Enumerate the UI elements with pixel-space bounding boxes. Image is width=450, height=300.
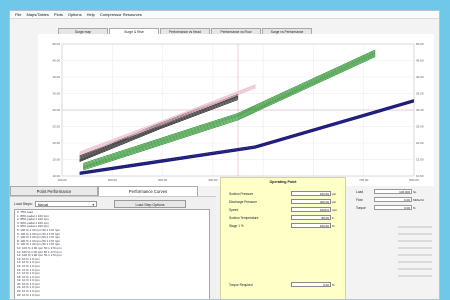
result-placeholder: [398, 226, 432, 228]
y-right-tick-label: 15.00: [416, 158, 424, 162]
operating-field-input[interactable]: 400.00: [291, 199, 331, 204]
result-value: 100.000: [374, 189, 412, 194]
menu-file[interactable]: File: [15, 12, 21, 17]
operating-field-input[interactable]: 100.00: [291, 223, 331, 228]
operating-field-input[interactable]: 100.00: [291, 191, 331, 196]
menu-bar: File Maps/Tables Plots Options Help Comp…: [10, 11, 439, 19]
operating-field-unit: rpm: [332, 207, 338, 212]
result-row: Torque 0.00%: [356, 205, 416, 210]
menu-maps-tables[interactable]: Maps/Tables: [26, 12, 48, 17]
result-unit: MMscfd: [413, 197, 424, 202]
operating-field-input[interactable]: 80.00: [291, 215, 331, 220]
tab-performance-curves[interactable]: Performance Curves: [98, 186, 198, 196]
y-tick-label: 20.00: [52, 141, 60, 145]
load-steps-label: Load Steps:: [14, 202, 33, 206]
x-tick-label: 700.00: [359, 178, 369, 182]
result-placeholder: [398, 254, 432, 256]
y-right-tick-label: 40.00: [416, 75, 424, 79]
load-steps-value: Manual: [37, 203, 49, 207]
operating-field-unit: F: [332, 215, 334, 220]
result-placeholder: [398, 268, 432, 270]
operating-field-label: Speed: [229, 207, 239, 212]
result-label: Flow: [356, 197, 363, 202]
operating-field-label: Discharge Pressure: [229, 199, 257, 204]
operating-point-panel: Operating Point Suction Pressure 100.00 ps…: [220, 177, 346, 299]
y-right-tick-label: 45.00: [416, 59, 424, 63]
operating-field-row: Discharge Pressure 400.00 psi: [229, 199, 336, 204]
menu-options[interactable]: Options: [68, 12, 82, 17]
operating-field-unit: psi: [332, 199, 336, 204]
load-steps-row: Load Steps: Manual ▼: [14, 201, 97, 207]
result-label: Torque: [356, 205, 366, 210]
menu-help[interactable]: Help: [87, 12, 95, 17]
operating-field-unit: %: [332, 223, 335, 228]
operating-field-label: Suction Pressure: [229, 191, 254, 196]
tab-point-performance[interactable]: Point Performance: [10, 186, 98, 196]
x-tick-label: 100.00: [57, 178, 67, 182]
y-tick-label: 30.00: [52, 108, 60, 112]
result-unit: %: [413, 205, 416, 210]
menu-plots[interactable]: Plots: [54, 12, 63, 17]
chevron-down-icon: ▼: [91, 203, 95, 207]
result-label: Load: [356, 189, 364, 194]
y-right-tick-label: 30.00: [416, 108, 424, 112]
menu-compressor-resources[interactable]: Compressor Resources: [100, 12, 142, 17]
y-tick-label: 40.00: [52, 75, 60, 79]
list-item[interactable]: 23: 10 % 1 0 rpm: [17, 293, 207, 298]
performance-curves-panel: Load Steps: Manual ▼ Load Step Options 0…: [10, 196, 216, 299]
y-tick-label: 50.00: [52, 42, 60, 46]
operating-field-label: Stage 1 %: [229, 223, 244, 228]
result-value: 0.00: [374, 205, 412, 210]
load-step-options-button[interactable]: Load Step Options: [114, 200, 186, 208]
torque-unit: %: [332, 282, 335, 287]
operating-field-unit: psi: [332, 191, 336, 196]
load-step-list[interactable]: 0: 75% load 1: 80% pedal 1 100 rpm 2: 85% …: [14, 209, 210, 299]
y-right-tick-label: 50.00: [416, 42, 424, 46]
operating-field-label: Suction Temperature: [229, 215, 259, 220]
x-tick-label: 200.00: [108, 178, 118, 182]
y-right-tick-label: 25.00: [416, 125, 424, 129]
operating-field-row: Speed 1000.0 rpm: [229, 207, 337, 212]
plot-svg: 50.00 50.00 45.00 45.00 40.00 40.00 35.00 35.00…: [52, 42, 424, 182]
result-unit: hp: [413, 189, 417, 194]
x-tick-label: 400.00: [208, 178, 218, 182]
result-placeholder: [398, 233, 432, 235]
torque-row: Torque Required 0.00 %: [229, 282, 335, 287]
y-tick-label: 45.00: [52, 59, 60, 63]
x-tick-label: 800.00: [409, 178, 419, 182]
y-right-tick-label: 20.00: [416, 141, 424, 145]
operating-field-input[interactable]: 1000.0: [291, 207, 331, 212]
torque-input[interactable]: 0.00: [291, 282, 331, 287]
result-placeholder: [398, 240, 432, 242]
torque-label: Torque Required: [229, 282, 253, 287]
y-tick-label: 35.00: [52, 92, 60, 96]
performance-plot: 50.00 50.00 45.00 45.00 40.00 40.00 35.00 35.00…: [38, 34, 434, 186]
result-placeholder: [398, 275, 432, 277]
results-panel: Load 100.000 hp Flow 0.00 MMscfd Torque 0.00%: [350, 186, 439, 299]
y-tick-label: 15.00: [52, 158, 60, 162]
result-placeholder: [398, 247, 432, 249]
result-value: 0.00: [374, 197, 412, 202]
application-window: File Maps/Tables Plots Options Help Comp…: [9, 10, 440, 300]
x-tick-label: 300.00: [158, 178, 168, 182]
result-row: Load 100.000 hp: [356, 189, 416, 194]
operating-field-row: Stage 1 % 100.00%: [229, 223, 335, 228]
y-right-tick-label: 35.00: [416, 92, 424, 96]
operating-point-title: Operating Point: [269, 180, 297, 184]
operating-field-row: Suction Temperature 80.00 F: [229, 215, 334, 220]
operating-field-row: Suction Pressure 100.00 psi: [229, 191, 336, 196]
result-row: Flow 0.00 MMscfd: [356, 197, 424, 202]
result-placeholder: [398, 261, 432, 263]
y-tick-label: 25.00: [52, 125, 60, 129]
load-steps-select[interactable]: Manual ▼: [34, 201, 97, 207]
